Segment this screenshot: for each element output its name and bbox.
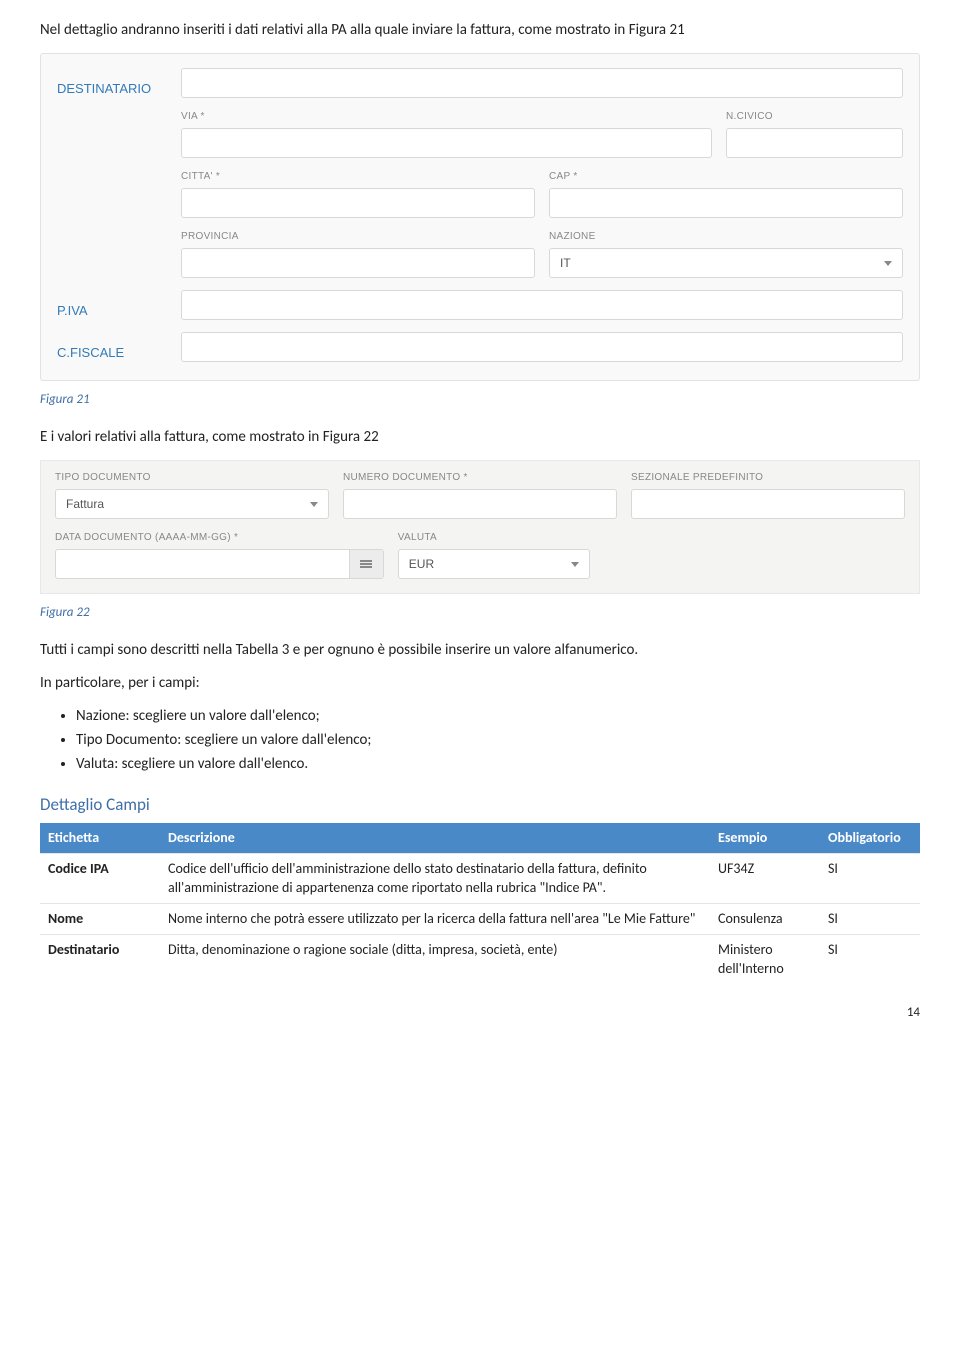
tipo-documento-select[interactable]: Fattura <box>55 489 329 519</box>
cell-obbligatorio: SI <box>820 853 920 903</box>
cell-example: Consulenza <box>710 903 820 934</box>
ncivico-label: N.CIVICO <box>726 110 903 124</box>
via-label: VIA * <box>181 110 712 124</box>
bullet-item: Nazione: scegliere un valore dall'elenco… <box>76 706 920 727</box>
valuta-select[interactable]: EUR <box>398 549 590 579</box>
cell-example: UF34Z <box>710 853 820 903</box>
nazione-select[interactable]: IT <box>549 248 903 278</box>
chevron-down-icon <box>571 562 579 567</box>
chevron-down-icon <box>884 261 892 266</box>
bullet-list: Nazione: scegliere un valore dall'elenco… <box>76 706 920 775</box>
figure-22-form: TIPO DOCUMENTO Fattura NUMERO DOCUMENTO … <box>40 460 920 594</box>
valuta-value: EUR <box>409 556 434 573</box>
dettaglio-campi-heading: Dettaglio Campi <box>40 793 920 817</box>
cell-name: Nome <box>40 903 160 934</box>
cell-desc: Nome interno che potrà essere utilizzato… <box>160 903 710 934</box>
nazione-label: NAZIONE <box>549 230 903 244</box>
cell-obbligatorio: SI <box>820 903 920 934</box>
header-esempio: Esempio <box>710 823 820 853</box>
cap-input[interactable] <box>549 188 903 218</box>
header-obbligatorio: Obbligatorio <box>820 823 920 853</box>
numero-documento-input[interactable] <box>343 489 617 519</box>
cfiscale-label: C.FISCALE <box>57 344 167 362</box>
header-etichetta: Etichetta <box>40 823 160 853</box>
provincia-input[interactable] <box>181 248 535 278</box>
mid-paragraph: E i valori relativi alla fattura, come m… <box>40 427 920 448</box>
tipo-documento-value: Fattura <box>66 496 104 513</box>
chevron-down-icon <box>310 502 318 507</box>
data-documento-input-wrap[interactable] <box>55 549 384 579</box>
table-row: Destinatario Ditta, denominazione o ragi… <box>40 934 920 984</box>
figure-21-caption: Figura 21 <box>40 391 920 409</box>
destinatario-input[interactable] <box>181 68 903 98</box>
sezionale-input[interactable] <box>631 489 905 519</box>
bullet-item: Tipo Documento: scegliere un valore dall… <box>76 730 920 751</box>
citta-input[interactable] <box>181 188 535 218</box>
nazione-value: IT <box>560 255 571 272</box>
after-fig22-1: Tutti i campi sono descritti nella Tabel… <box>40 640 920 661</box>
page-number: 14 <box>40 1004 920 1022</box>
sezionale-label: SEZIONALE PREDEFINITO <box>631 471 905 485</box>
cell-desc: Codice dell'ufficio dell'amministrazione… <box>160 853 710 903</box>
ncivico-input[interactable] <box>726 128 903 158</box>
piva-label: P.IVA <box>57 302 167 320</box>
cfiscale-input[interactable] <box>181 332 903 362</box>
table-header-row: Etichetta Descrizione Esempio Obbligator… <box>40 823 920 853</box>
via-input[interactable] <box>181 128 712 158</box>
table-row: Codice IPA Codice dell'ufficio dell'ammi… <box>40 853 920 903</box>
cell-name: Codice IPA <box>40 853 160 903</box>
tipo-documento-label: TIPO DOCUMENTO <box>55 471 329 485</box>
piva-input[interactable] <box>181 290 903 320</box>
dettaglio-campi-table: Etichetta Descrizione Esempio Obbligator… <box>40 823 920 984</box>
header-descrizione: Descrizione <box>160 823 710 853</box>
table-row: Nome Nome interno che potrà essere utili… <box>40 903 920 934</box>
cell-name: Destinatario <box>40 934 160 984</box>
calendar-icon <box>349 550 383 578</box>
citta-label: CITTA' * <box>181 170 535 184</box>
after-fig22-2: In particolare, per i campi: <box>40 673 920 694</box>
cell-obbligatorio: SI <box>820 934 920 984</box>
bullet-item: Valuta: scegliere un valore dall'elenco. <box>76 754 920 775</box>
cell-desc: Ditta, denominazione o ragione sociale (… <box>160 934 710 984</box>
cap-label: CAP * <box>549 170 903 184</box>
figure-21-form: DESTINATARIO VIA * N.CIVICO CITTA' * CAP… <box>40 53 920 381</box>
figure-22-caption: Figura 22 <box>40 604 920 622</box>
destinatario-label: DESTINATARIO <box>57 80 167 98</box>
valuta-label: VALUTA <box>398 531 590 545</box>
provincia-label: PROVINCIA <box>181 230 535 244</box>
data-documento-label: DATA DOCUMENTO (aaaa-mm-gg) * <box>55 531 384 545</box>
numero-documento-label: NUMERO DOCUMENTO * <box>343 471 617 485</box>
cell-example: Ministero dell'Interno <box>710 934 820 984</box>
intro-paragraph: Nel dettaglio andranno inseriti i dati r… <box>40 20 920 41</box>
